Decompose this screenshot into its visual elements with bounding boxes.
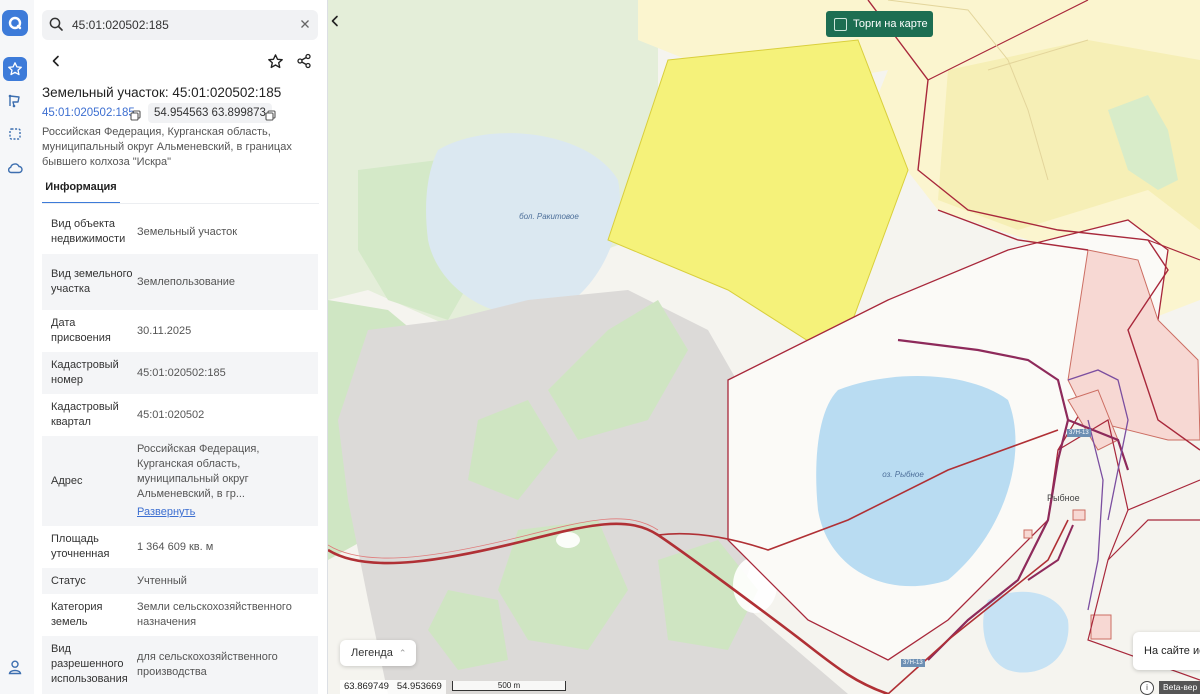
road-sign: 37Н-13 [901, 659, 925, 667]
star-icon[interactable] [3, 57, 27, 81]
row-key: Адрес [51, 474, 83, 487]
row-key: Вид земельного участка [51, 268, 133, 295]
cloud-icon[interactable] [3, 156, 27, 180]
logo-icon[interactable] [2, 10, 28, 36]
row-value: Российская Федерация, Курганская область… [137, 442, 318, 520]
tab-divider [42, 203, 319, 204]
swamp-label: бол. Ракитовое [519, 212, 579, 221]
row-key: Дата присвоения [51, 317, 111, 344]
coord-lon: 63.869749 [344, 681, 389, 692]
cadastral-number-link[interactable]: 45:01:020502:185 [42, 107, 135, 119]
info-table: Вид объекта недвижимости Земельный участ… [42, 210, 318, 694]
row-key: Вид объекта недвижимости [51, 218, 126, 245]
lake-label: оз. Рыбное [882, 470, 924, 479]
legend-label: Легенда [351, 647, 393, 659]
table-row: Категория земель Земли сельскохозяйствен… [42, 594, 318, 636]
copy-icon[interactable] [130, 108, 141, 126]
beta-badge: Beta-вер [1159, 681, 1200, 694]
user-icon[interactable] [3, 655, 27, 679]
copy-icon[interactable] [265, 108, 276, 126]
coord-lat: 54.953669 [396, 681, 442, 692]
table-row: Кадастровый квартал 45:01:020502 [42, 394, 318, 436]
tab-information[interactable]: Информация [42, 176, 120, 204]
table-row: Дата присвоения 30.11.2025 [42, 310, 318, 352]
road-sign: 37Н-13 [1067, 429, 1091, 437]
map-layer [328, 0, 1200, 694]
cursor-coordinates: 63.869749 54.953669 [340, 680, 446, 694]
chevron-up-icon: ⌃ [398, 647, 407, 658]
row-value: Земли сельскохозяйственного назначения [137, 601, 292, 628]
row-key: Площадь уточненная [51, 533, 110, 560]
row-value: Учтенный [137, 574, 187, 587]
scale-bar: 500 m [452, 681, 566, 691]
select-area-icon[interactable] [3, 122, 27, 146]
map-canvas[interactable]: бол. Ракитовое оз. Рыбное Рыбное 37Н-13 … [328, 0, 1200, 694]
info-icon[interactable]: i [1140, 681, 1154, 695]
onsite-popup[interactable]: На сайте ис [1133, 632, 1200, 670]
back-icon[interactable] [43, 48, 69, 74]
legend-button[interactable]: Легенда ⌃ [340, 640, 416, 666]
route-icon[interactable] [3, 89, 27, 113]
row-value: для сельскохозяйственного производства [137, 651, 278, 678]
table-row: Вид разрешенного использования для сельс… [42, 636, 318, 694]
close-icon[interactable] [298, 17, 312, 36]
row-key: Категория земель [51, 601, 103, 628]
search-icon [48, 16, 64, 37]
table-row: Площадь уточненная 1 364 609 кв. м [42, 526, 318, 568]
table-row: Кадастровый номер 45:01:020502:185 [42, 352, 318, 394]
address-value: Российская Федерация, Курганская область… [137, 443, 260, 500]
table-row: Адрес Российская Федерация, Курганская о… [42, 436, 318, 526]
row-value: 30.11.2025 [137, 324, 192, 337]
row-value: 1 364 609 кв. м [137, 540, 214, 553]
row-key: Кадастровый номер [51, 359, 119, 386]
row-value: 45:01:020502 [137, 408, 205, 421]
table-row: Вид земельного участка Землепользование [42, 254, 318, 310]
expand-link[interactable]: Развернуть [137, 505, 312, 520]
chevron-left-icon[interactable] [328, 14, 342, 33]
icon-rail [0, 0, 35, 694]
row-value: 45:01:020502:185 [137, 366, 226, 379]
search-input[interactable]: 45:01:020502:185 [72, 18, 169, 32]
row-value: Земельный участок [137, 225, 238, 238]
coordinates-text: 54.954563 63.899873 [154, 107, 266, 119]
village-label: Рыбное [1047, 493, 1080, 503]
row-key: Статус [51, 574, 86, 587]
table-row: Статус Учтенный [42, 568, 318, 594]
coordinates-badge: 54.954563 63.899873 [148, 103, 272, 123]
search-bar[interactable]: 45:01:020502:185 [42, 10, 318, 40]
object-address: Российская Федерация, Курганская область… [42, 126, 292, 168]
auctions-label: Торги на карте [853, 18, 928, 30]
table-row: Вид объекта недвижимости Земельный участ… [42, 210, 318, 254]
row-key: Кадастровый квартал [51, 401, 119, 428]
auctions-checkbox[interactable] [834, 17, 847, 31]
page-title: Земельный участок: 45:01:020502:185 [42, 85, 282, 100]
auctions-toggle-button[interactable]: Торги на карте [826, 11, 933, 37]
object-info-panel: 45:01:020502:185 Земельный участок: 45:0… [34, 0, 328, 694]
row-value: Землепользование [137, 275, 236, 288]
row-key: Вид разрешенного использования [51, 643, 128, 685]
share-icon[interactable] [291, 48, 317, 74]
favorite-icon[interactable] [262, 48, 288, 74]
